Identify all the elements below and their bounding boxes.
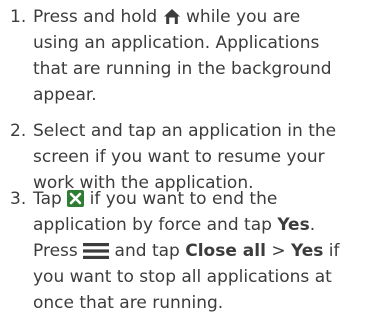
step-text-line: you want to stop all applications at	[33, 267, 332, 287]
step-text-line: using an application. Applications	[33, 33, 320, 53]
step-number: 3.	[10, 189, 27, 209]
step-text-line: Tap if you want to end the	[33, 186, 277, 212]
step-text: while you are	[180, 7, 301, 27]
step-text: >	[265, 241, 291, 261]
step-number: 2.	[10, 121, 27, 141]
step-text: and tap	[109, 241, 186, 261]
step-text-line: Select and tap an application in the	[33, 121, 337, 141]
close-x-icon	[67, 190, 85, 207]
step-text: application by force and tap	[33, 215, 278, 235]
close-all-label: Close all	[185, 241, 266, 261]
step-text-line: screen if you want to resume your	[33, 147, 325, 167]
step-text-line: Press and hold while you are	[33, 4, 300, 30]
step-number: 1.	[10, 7, 27, 27]
step-text: Press and hold	[33, 7, 163, 27]
step-text-line: appear.	[33, 85, 97, 105]
step-text: if you want to end the	[84, 189, 278, 209]
step-text: Press	[33, 241, 84, 261]
yes-label: Yes	[290, 241, 324, 261]
step-text: Tap	[33, 189, 68, 209]
step-text-line: that are running in the background	[33, 59, 332, 79]
step-text: .	[309, 215, 316, 235]
step-text-line: Press and tap Close all > Yes if	[33, 238, 340, 264]
yes-label: Yes	[277, 215, 310, 235]
step-text-line: once that are running.	[33, 293, 224, 313]
home-icon	[163, 8, 181, 25]
step-text: if	[323, 241, 340, 261]
menu-icon	[83, 243, 110, 259]
step-text-line: application by force and tap Yes.	[33, 212, 315, 238]
